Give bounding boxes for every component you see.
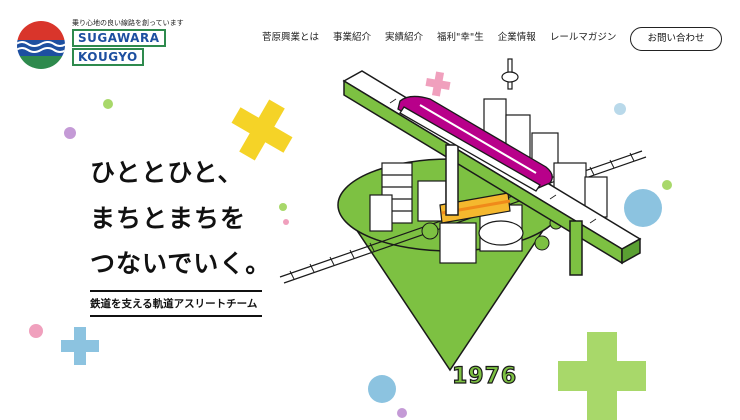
nav-item-company[interactable]: 企業情報 xyxy=(498,32,536,44)
purple-dot-small-icon xyxy=(397,408,407,418)
logo-word-sugawara: SUGAWARA xyxy=(72,29,166,47)
contact-button[interactable]: お問い合わせ xyxy=(630,27,722,51)
nav-item-welfare[interactable]: 福利"幸"生 xyxy=(437,32,484,44)
subtitle-rule-top xyxy=(90,290,262,292)
hero-subtitle: 鉄道を支える軌道アスリートチーム xyxy=(90,298,258,310)
hero-headline-line-3: つないでいく。 xyxy=(90,249,272,278)
subtitle-rule-bottom xyxy=(90,315,262,317)
nav-item-rail-magazine[interactable]: レールマガジン xyxy=(550,32,617,44)
nav-item-about[interactable]: 菅原興業とは xyxy=(262,32,319,44)
logo-mark-icon xyxy=(17,21,65,69)
logo-word-kougyo: KOUGYO xyxy=(72,48,144,66)
hero-headline-line-2: まちとまちを xyxy=(90,204,247,233)
nav-item-business[interactable]: 事業紹介 xyxy=(333,32,371,44)
purple-dot-icon xyxy=(64,127,76,139)
city-railway-illustration xyxy=(279,58,647,372)
nav-item-works[interactable]: 実績紹介 xyxy=(385,32,423,44)
company-logo[interactable]: 乗り心地の良い線路を創っています SUGAWARA KOUGYO xyxy=(16,18,184,70)
green-dot-icon xyxy=(103,99,113,109)
blue-cross-icon xyxy=(61,327,99,365)
logo-tagline: 乗り心地の良い線路を創っています xyxy=(72,19,184,27)
hero-headline-line-1: ひととひと、 xyxy=(90,158,244,187)
global-nav: 菅原興業とは 事業紹介 実績紹介 福利"幸"生 企業情報 レールマガジン xyxy=(262,32,630,44)
pink-dot-icon xyxy=(29,324,43,338)
founding-year: 1976 xyxy=(451,363,518,389)
